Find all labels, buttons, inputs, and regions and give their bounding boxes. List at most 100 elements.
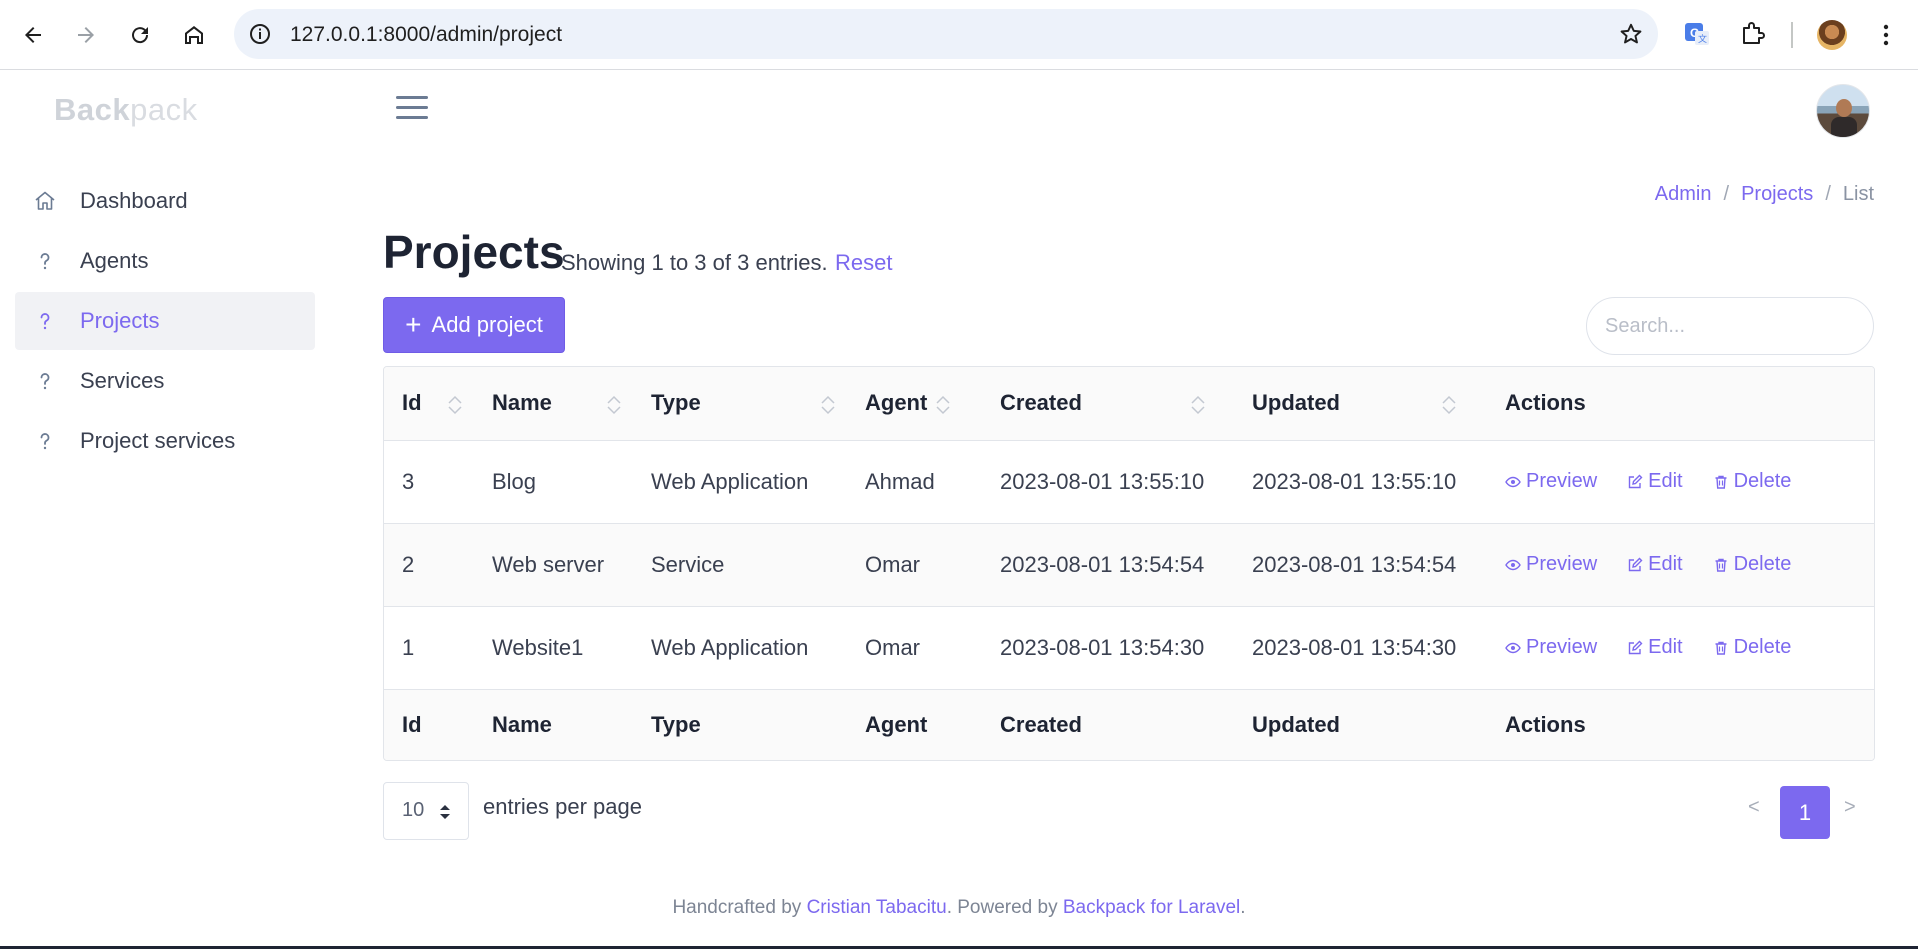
pagination-page-1[interactable]: 1	[1780, 786, 1830, 839]
preview-button[interactable]: Preview	[1505, 636, 1597, 659]
profile-avatar[interactable]	[1817, 20, 1847, 50]
table-row: 2 Web server Service Omar 2023-08-01 13:…	[384, 523, 1874, 607]
search-input[interactable]	[1586, 297, 1874, 355]
user-avatar[interactable]	[1816, 84, 1870, 138]
cell-created: 2023-08-01 13:54:54	[982, 523, 1234, 607]
sort-icon[interactable]	[934, 393, 952, 417]
sidebar-item-dashboard[interactable]: Dashboard	[15, 172, 315, 230]
site-info-icon[interactable]	[248, 22, 272, 46]
question-icon	[40, 373, 50, 390]
footer-header-name: Name	[474, 688, 633, 760]
back-icon[interactable]	[15, 17, 51, 53]
eye-icon	[1505, 559, 1521, 570]
trash-icon	[1715, 558, 1727, 572]
cell-actions: Preview Edit Delete	[1487, 523, 1874, 607]
admin-app: Backpack Dashboard Agents Projects Servi…	[0, 70, 1918, 949]
extensions-puzzle-icon[interactable]	[1738, 19, 1768, 49]
breadcrumb: Admin / Projects / List	[1655, 183, 1874, 206]
cell-updated: 2023-08-01 13:54:30	[1252, 634, 1457, 660]
add-project-label: Add project	[431, 312, 543, 337]
delete-button[interactable]: Delete	[1713, 470, 1791, 493]
backpack-link[interactable]: Backpack for Laravel	[1063, 897, 1240, 918]
per-page-select[interactable]: 10	[383, 782, 469, 840]
preview-button[interactable]: Preview	[1505, 470, 1597, 493]
sidebar-item-label: Agents	[80, 248, 149, 273]
sort-icon[interactable]	[446, 393, 464, 417]
column-header-updated[interactable]: Updated	[1234, 367, 1487, 441]
sort-icon[interactable]	[1189, 393, 1207, 417]
home-icon	[35, 191, 55, 210]
delete-button[interactable]: Delete	[1713, 636, 1791, 659]
sort-icon[interactable]	[819, 393, 837, 417]
sidebar-item-services[interactable]: Services	[15, 352, 315, 410]
column-header-actions: Actions	[1487, 367, 1874, 441]
cell-id: 1	[402, 634, 415, 660]
sidebar-item-label: Dashboard	[80, 188, 188, 213]
sidebar: Dashboard Agents Projects Services Proje…	[15, 172, 315, 472]
breadcrumb-separator: /	[1825, 183, 1831, 205]
home-icon[interactable]	[176, 17, 212, 53]
question-icon	[40, 253, 50, 270]
cell-type: Service	[633, 523, 847, 607]
edit-button[interactable]: Edit	[1627, 553, 1683, 576]
url-text[interactable]: 127.0.0.1:8000/admin/project	[290, 23, 562, 47]
sidebar-item-agents[interactable]: Agents	[15, 232, 315, 290]
table-row: 1 Website1 Web Application Omar 2023-08-…	[384, 606, 1874, 689]
cell-name: Website1	[492, 634, 584, 660]
cell-agent: Omar	[865, 634, 920, 660]
page-title: Projects	[383, 226, 565, 278]
footer-header-type: Type	[633, 688, 847, 760]
preview-button[interactable]: Preview	[1505, 553, 1597, 576]
sidebar-toggle-icon[interactable]	[396, 96, 428, 122]
projects-table: Id Name Type Agent Created Updated Actio…	[383, 366, 1875, 761]
more-menu-icon[interactable]	[1876, 20, 1896, 50]
cell-agent: Omar	[847, 523, 982, 607]
table-row: 3 Blog Web Application Ahmad 2023-08-01 …	[384, 440, 1874, 524]
breadcrumb-admin[interactable]: Admin	[1655, 183, 1712, 206]
bookmark-star-icon[interactable]	[1618, 21, 1644, 47]
footer-header-id: Id	[384, 688, 474, 760]
column-header-type[interactable]: Type	[633, 367, 847, 441]
column-header-id[interactable]: Id	[384, 367, 474, 441]
trash-icon	[1715, 641, 1727, 655]
column-header-created[interactable]: Created	[982, 367, 1234, 441]
add-project-button[interactable]: + Add project	[383, 297, 565, 353]
cell-type: Web Application	[633, 440, 847, 524]
column-header-agent[interactable]: Agent	[847, 367, 982, 441]
sidebar-item-project-services[interactable]: Project services	[15, 412, 315, 470]
sidebar-item-label: Project services	[80, 428, 236, 453]
cell-type: Web Application	[651, 634, 809, 660]
cell-actions: Preview Edit Delete	[1487, 440, 1874, 524]
breadcrumb-projects[interactable]: Projects	[1741, 183, 1813, 206]
sort-icon[interactable]	[605, 393, 623, 417]
table-footer-row: Id Name Type Agent Created Updated Actio…	[384, 688, 1874, 760]
author-link[interactable]: Cristian Tabacitu	[807, 897, 947, 918]
question-icon	[40, 313, 50, 330]
column-header-name[interactable]: Name	[474, 367, 633, 441]
cell-updated: 2023-08-01 13:55:10	[1234, 440, 1487, 524]
sidebar-item-projects[interactable]: Projects	[15, 292, 315, 350]
sidebar-item-label: Services	[80, 368, 165, 393]
brand-logo[interactable]: Backpack	[54, 92, 198, 128]
forward-icon[interactable]	[68, 17, 104, 53]
reload-icon[interactable]	[122, 17, 158, 53]
breadcrumb-current: List	[1842, 183, 1874, 205]
edit-button[interactable]: Edit	[1627, 636, 1683, 659]
address-bar[interactable]: 127.0.0.1:8000/admin/project	[234, 9, 1658, 59]
page-footer: Handcrafted by Cristian Tabacitu. Powere…	[672, 897, 1246, 918]
per-page-value: 10	[402, 799, 425, 821]
cell-actions: Preview Edit Delete	[1487, 606, 1874, 689]
entries-summary: Showing 1 to 3 of 3 entries.	[561, 250, 828, 275]
question-icon	[40, 433, 50, 450]
sort-icon[interactable]	[1440, 393, 1458, 417]
pagination-next[interactable]: >	[1844, 796, 1856, 819]
delete-button[interactable]: Delete	[1713, 553, 1791, 576]
edit-icon	[1628, 474, 1643, 488]
pagination-prev[interactable]: <	[1748, 796, 1760, 819]
cell-id: 2	[384, 523, 474, 607]
translate-extension-icon[interactable]: G文	[1682, 19, 1712, 49]
edit-icon	[1628, 640, 1643, 654]
reset-link[interactable]: Reset	[835, 250, 892, 276]
cell-updated: 2023-08-01 13:54:54	[1234, 523, 1487, 607]
edit-button[interactable]: Edit	[1627, 470, 1683, 493]
